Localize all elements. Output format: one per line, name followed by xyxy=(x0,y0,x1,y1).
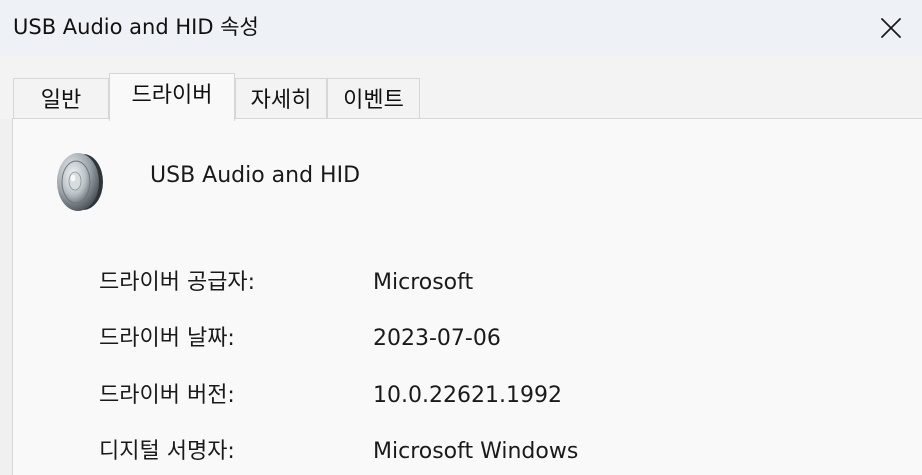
digital-signer-label: 디지털 서명자: xyxy=(99,439,235,464)
device-name: USB Audio and HID xyxy=(150,163,361,188)
driver-version-label: 드라이버 버전: xyxy=(99,383,235,408)
driver-provider-value: Microsoft xyxy=(373,270,474,295)
tab-events[interactable]: 이벤트 xyxy=(327,78,420,119)
title-bar: USB Audio and HID 속성 xyxy=(0,0,922,56)
window-title: USB Audio and HID 속성 xyxy=(13,15,259,39)
speaker-icon xyxy=(57,153,103,211)
tab-details[interactable]: 자세히 xyxy=(235,78,327,119)
driver-provider-label: 드라이버 공급자: xyxy=(99,270,256,295)
close-icon xyxy=(881,18,901,38)
close-button[interactable] xyxy=(860,0,922,56)
driver-tab-panel: USB Audio and HID 드라이버 공급자: Microsoft 드라… xyxy=(12,118,922,475)
tab-general[interactable]: 일반 xyxy=(13,78,109,119)
digital-signer-value: Microsoft Windows xyxy=(373,439,579,464)
driver-version-value: 10.0.22621.1992 xyxy=(373,383,562,408)
tab-driver[interactable]: 드라이버 xyxy=(109,73,235,121)
driver-date-value: 2023-07-06 xyxy=(373,326,501,351)
driver-date-label: 드라이버 날짜: xyxy=(99,326,235,351)
